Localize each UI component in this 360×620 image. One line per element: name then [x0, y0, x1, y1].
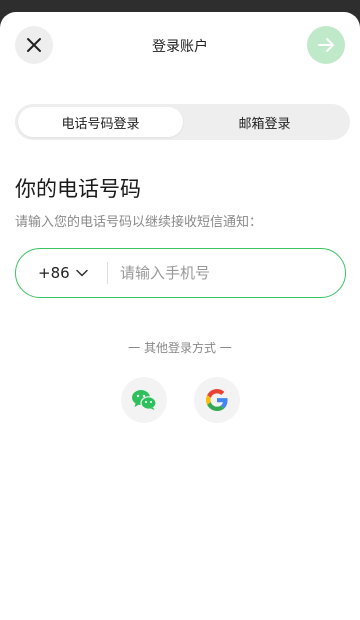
chevron-down-icon: [75, 269, 88, 277]
login-method-tabs: 电话号码登录 邮箱登录: [15, 104, 350, 140]
phone-section-subtitle: 请输入您的电话号码以继续接收短信通知：: [15, 215, 263, 230]
country-code-label: +86: [38, 263, 70, 282]
tab-phone-login[interactable]: 电话号码登录: [18, 107, 183, 137]
login-sheet: 登录账户 电话号码登录 邮箱登录 你的电话号码 请输入您的电话号码以继续接收短信…: [0, 12, 360, 620]
phone-section-title: 你的电话号码: [15, 177, 141, 201]
input-divider: [107, 262, 108, 284]
next-button[interactable]: [307, 26, 345, 64]
arrow-right-icon: [318, 38, 334, 52]
other-login-label: 一 其他登录方式 一: [128, 341, 232, 355]
page-title: 登录账户: [152, 39, 208, 55]
phone-number-input[interactable]: [120, 249, 320, 296]
google-login-button[interactable]: [194, 377, 240, 423]
wechat-icon: [132, 390, 157, 410]
google-icon: [206, 389, 228, 411]
phone-input-group: +86: [15, 248, 346, 298]
wechat-login-button[interactable]: [121, 377, 167, 423]
tab-email-login[interactable]: 邮箱登录: [182, 107, 347, 137]
header: 登录账户: [0, 12, 360, 78]
country-code-selector[interactable]: +86: [38, 249, 88, 296]
